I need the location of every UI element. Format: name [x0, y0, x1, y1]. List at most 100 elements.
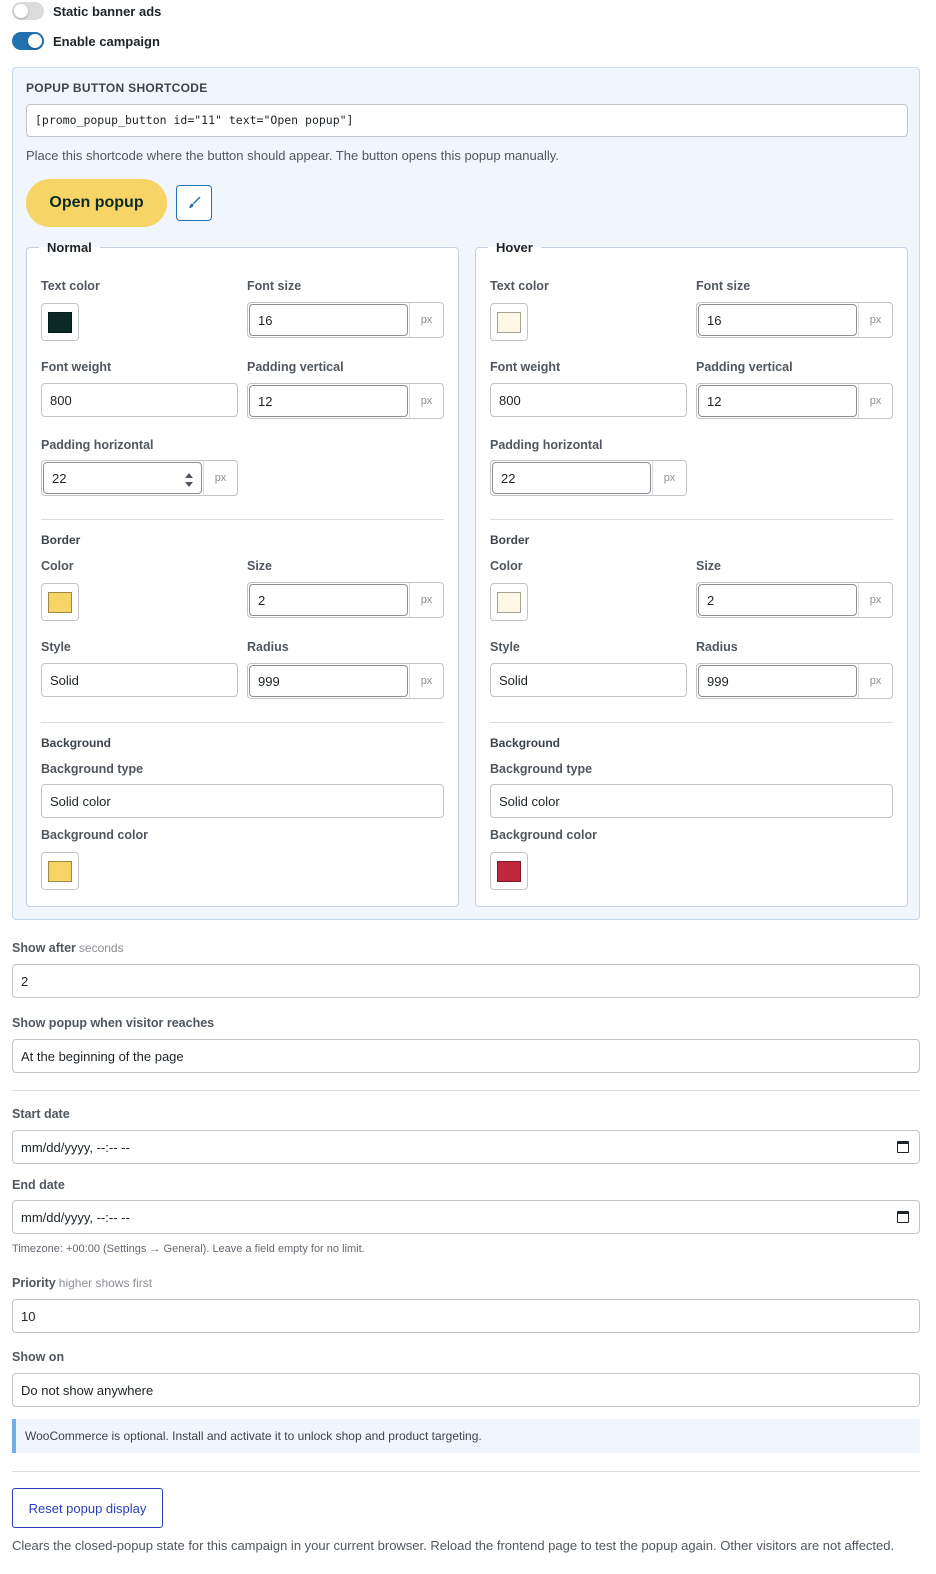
border-radius-label: Radius — [247, 640, 289, 654]
panel-legend: Normal — [47, 240, 92, 255]
text-color-picker[interactable] — [490, 303, 528, 341]
toggle-switch[interactable] — [12, 32, 44, 50]
border-radius-value[interactable]: 999 — [249, 665, 408, 697]
padding-vertical-value[interactable]: 12 — [698, 385, 857, 417]
color-swatch — [48, 860, 72, 882]
unit-label: px — [858, 303, 892, 337]
border-color-picker[interactable] — [41, 583, 79, 621]
unit-label: px — [858, 664, 892, 698]
padding-vertical-label: Padding vertical — [696, 360, 793, 374]
edit-style-button[interactable] — [176, 185, 212, 221]
padding-horizontal-input[interactable]: 22 px — [41, 460, 238, 496]
background-type-select[interactable]: Solid color — [490, 784, 893, 818]
font-weight-label: Font weight — [41, 360, 112, 374]
open-popup-preview-button[interactable]: Open popup — [26, 179, 167, 227]
label-text: Priority — [12, 1276, 56, 1290]
border-subheading: Border — [41, 533, 81, 547]
text-color-label: Text color — [41, 279, 100, 293]
calendar-icon[interactable] — [897, 1211, 909, 1223]
toggle-switch[interactable] — [12, 2, 44, 20]
border-style-select[interactable]: Solid — [490, 663, 687, 697]
color-swatch — [497, 311, 521, 333]
border-size-input[interactable]: 2 px — [247, 582, 444, 618]
background-subheading: Background — [41, 736, 112, 750]
font-size-input[interactable]: 16 px — [247, 302, 444, 338]
padding-horizontal-value: 22 — [52, 470, 67, 486]
font-size-value[interactable]: 16 — [249, 304, 408, 336]
priority-input[interactable]: 10 — [12, 1299, 920, 1333]
hover-style-panel: Hover Text color Font size 16 px Font we… — [475, 240, 908, 907]
show-on-select[interactable]: Do not show anywhere — [12, 1373, 920, 1407]
border-radius-label: Radius — [696, 640, 738, 654]
unit-label: px — [858, 384, 892, 418]
background-subheading: Background — [490, 736, 561, 750]
background-color-picker[interactable] — [41, 852, 79, 890]
toggle-enable-campaign[interactable]: Enable campaign — [12, 31, 160, 51]
unit-label: px — [409, 384, 443, 418]
border-style-select[interactable]: Solid — [41, 663, 238, 697]
font-weight-label: Font weight — [490, 360, 561, 374]
padding-vertical-input[interactable]: 12 px — [247, 383, 444, 419]
end-date-label: End date — [12, 1178, 65, 1192]
unit-label: px — [409, 664, 443, 698]
font-size-label: Font size — [247, 279, 302, 293]
section-title: POPUP BUTTON SHORTCODE — [26, 81, 208, 95]
paintbrush-icon — [189, 196, 201, 208]
reach-select[interactable]: At the beginning of the page — [12, 1039, 920, 1073]
font-size-value[interactable]: 16 — [698, 304, 857, 336]
border-size-label: Size — [247, 559, 273, 573]
panel-legend: Hover — [496, 240, 533, 255]
border-size-input[interactable]: 2 px — [696, 582, 893, 618]
label-hint: higher shows first — [58, 1276, 153, 1290]
border-color-label: Color — [41, 559, 74, 573]
padding-horizontal-value-box[interactable]: 22 — [43, 462, 202, 494]
text-color-picker[interactable] — [41, 303, 79, 341]
border-radius-input[interactable]: 999 px — [696, 663, 893, 699]
border-radius-input[interactable]: 999 px — [247, 663, 444, 699]
unit-label: px — [203, 461, 237, 495]
border-color-picker[interactable] — [490, 583, 528, 621]
show-on-label: Show on — [12, 1350, 65, 1364]
calendar-icon[interactable] — [897, 1141, 909, 1153]
reset-popup-display-button[interactable]: Reset popup display — [12, 1488, 163, 1528]
shortcode-input[interactable]: [promo_popup_button id="11" text="Open p… — [26, 104, 908, 137]
font-weight-select[interactable]: 800 — [41, 383, 238, 417]
border-radius-value[interactable]: 999 — [698, 665, 857, 697]
reach-label: Show popup when visitor reaches — [12, 1016, 215, 1030]
padding-horizontal-value[interactable]: 22 — [492, 462, 651, 494]
border-size-value[interactable]: 2 — [698, 584, 857, 616]
font-size-label: Font size — [696, 279, 751, 293]
spinner-arrows-icon[interactable] — [185, 473, 193, 487]
border-size-value[interactable]: 2 — [249, 584, 408, 616]
font-size-input[interactable]: 16 px — [696, 302, 893, 338]
end-date-input[interactable]: mm/dd/yyyy, --:-- -- — [12, 1200, 920, 1234]
show-after-label: Show after seconds — [12, 941, 124, 955]
reset-help-text: Clears the closed-popup state for this c… — [12, 1538, 895, 1553]
padding-horizontal-label: Padding horizontal — [41, 438, 154, 452]
toggle-static-banner-ads[interactable]: Static banner ads — [12, 1, 161, 21]
unit-label: px — [409, 303, 443, 337]
color-swatch — [497, 591, 521, 613]
label-text: Show after — [12, 941, 76, 955]
padding-vertical-label: Padding vertical — [247, 360, 344, 374]
background-color-label: Background color — [490, 828, 597, 842]
start-date-label: Start date — [12, 1107, 70, 1121]
shortcode-help-text: Place this shortcode where the button sh… — [26, 148, 559, 163]
color-swatch — [497, 860, 521, 882]
border-size-label: Size — [696, 559, 722, 573]
color-swatch — [48, 591, 72, 613]
background-color-picker[interactable] — [490, 852, 528, 890]
border-style-label: Style — [490, 640, 520, 654]
unit-label: px — [858, 583, 892, 617]
start-date-input[interactable]: mm/dd/yyyy, --:-- -- — [12, 1130, 920, 1164]
border-style-label: Style — [41, 640, 71, 654]
padding-vertical-input[interactable]: 12 px — [696, 383, 893, 419]
padding-vertical-value[interactable]: 12 — [249, 385, 408, 417]
background-type-select[interactable]: Solid color — [41, 784, 444, 818]
show-after-input[interactable]: 2 — [12, 964, 920, 998]
color-swatch — [48, 311, 72, 333]
font-weight-select[interactable]: 800 — [490, 383, 687, 417]
padding-horizontal-input[interactable]: 22 px — [490, 460, 687, 496]
unit-label: px — [652, 461, 686, 495]
background-type-label: Background type — [490, 762, 593, 776]
